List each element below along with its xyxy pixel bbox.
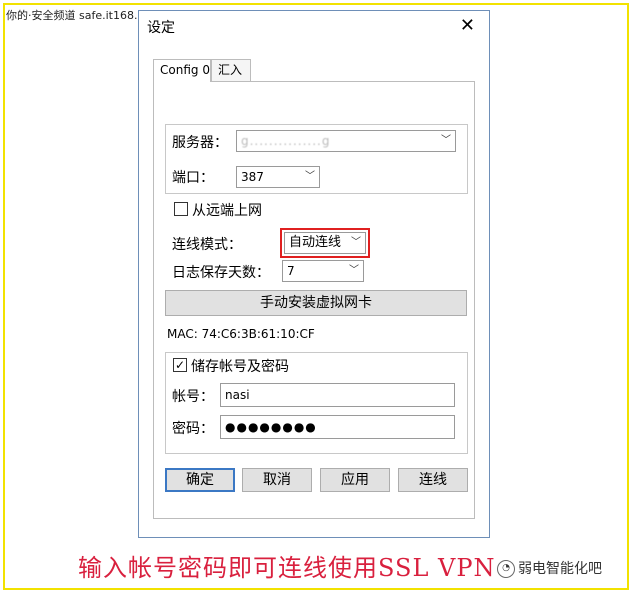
tab-panel: 服务器： g...............g ﹀ 端口： 387 ﹀ 从远端上网… [153,81,475,519]
apply-button[interactable]: 应用 [320,468,390,492]
server-value: g...............g [241,134,331,148]
ok-button[interactable]: 确定 [165,468,235,492]
install-virtual-nic-button[interactable]: 手动安装虚拟网卡 [165,290,467,316]
mac-address: MAC: 74:C6:3B:61:10:CF [167,327,315,341]
caption-text: 输入帐号密码即可连线使用SSL VPN [78,554,496,582]
log-days-value: 7 [287,264,295,278]
cancel-button[interactable]: 取消 [242,468,312,492]
close-icon[interactable]: ✕ [460,15,475,36]
server-select[interactable]: g...............g ﹀ [236,130,456,152]
brand-name: 弱电智能化吧 [518,561,602,577]
port-value: 387 [241,170,264,184]
chevron-down-icon: ﹀ [349,265,359,276]
dialog-title: 设定 [147,20,175,36]
save-credentials-label: 储存帐号及密码 [191,359,289,375]
settings-dialog: 设定 ✕ Config 0 汇入 服务器： g...............g … [138,10,490,538]
tab-config-0[interactable]: Config 0 [153,59,211,82]
save-credentials-checkbox[interactable]: ✓ [173,358,187,372]
log-days-label: 日志保存天数： [172,265,270,281]
wechat-icon: ◔ [497,560,515,578]
mode-highlight-box [280,228,370,258]
chevron-down-icon: ﹀ [441,135,451,146]
account-label: 帐号： [172,389,214,405]
password-input[interactable]: ●●●●●●●● [220,415,455,439]
password-label: 密码： [172,421,214,437]
remote-label: 从远端上网 [192,203,262,219]
mode-label: 连线模式： [172,237,242,253]
account-input[interactable]: nasi [220,383,455,407]
server-label: 服务器： [172,135,228,151]
connect-button[interactable]: 连线 [398,468,468,492]
chevron-down-icon: ﹀ [305,171,315,182]
log-days-select[interactable]: 7 ﹀ [282,260,364,282]
tab-import[interactable]: 汇入 [211,59,251,81]
brand-label: ◔ 弱电智能化吧 [497,558,602,578]
port-select[interactable]: 387 ﹀ [236,166,320,188]
remote-checkbox[interactable] [174,202,188,216]
port-label: 端口： [172,170,214,186]
